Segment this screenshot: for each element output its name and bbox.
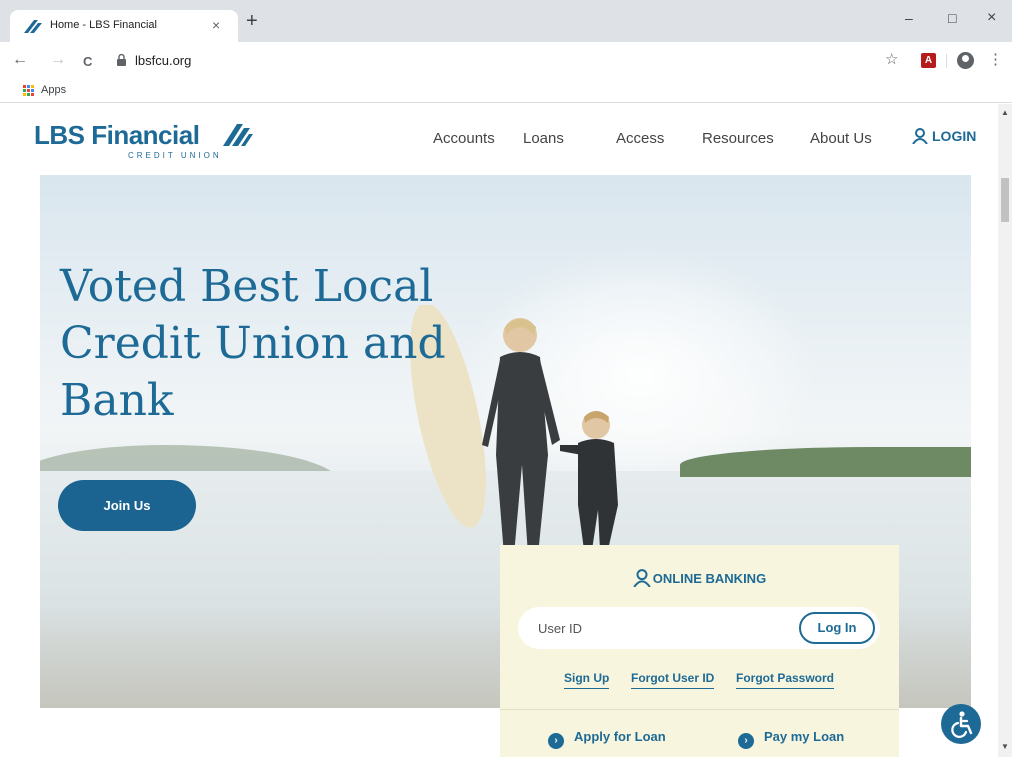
lbs-favicon-icon [24,20,42,33]
join-us-button[interactable]: Join Us [58,480,196,531]
page-scrollbar[interactable]: ▲ ▼ [998,104,1012,757]
browser-menu-icon[interactable]: ⋮ [988,51,1003,69]
logo-text: LBS Financial [34,120,200,150]
scroll-down-arrow-icon[interactable]: ▼ [1001,742,1009,751]
browser-toolbar: ← → C lbsfcu.org ☆ A ⋮ [0,42,1012,79]
forgot-user-id-link[interactable]: Forgot User ID [631,671,715,689]
address-bar[interactable]: lbsfcu.org [135,53,191,68]
forward-button[interactable]: → [50,51,66,69]
back-button[interactable]: ← [12,51,28,69]
lock-icon [117,54,126,66]
user-icon [912,128,928,145]
pdf-extension-icon[interactable]: A [921,53,936,68]
bookmark-star-icon[interactable]: ☆ [885,51,898,69]
online-banking-title: ONLINE BANKING [500,569,899,588]
online-banking-panel: ONLINE BANKING Log In Sign Up Forgot Use… [500,545,899,757]
apply-for-loan-label: Apply for Loan [574,729,666,744]
login-link[interactable]: LOGIN [912,128,977,145]
user-icon [633,569,651,588]
nav-loans[interactable]: Loans [523,130,564,147]
tab-title: Home - LBS Financial [50,19,157,31]
nav-access[interactable]: Access [616,130,664,147]
site-logo[interactable]: LBS Financial CREDIT UNION [34,120,253,160]
forgot-password-link[interactable]: Forgot Password [736,671,835,689]
tab-close-icon[interactable]: × [212,16,220,34]
new-tab-button[interactable]: + [246,11,258,31]
scroll-thumb[interactable] [1001,178,1009,222]
user-id-input[interactable] [518,607,788,649]
wheelchair-icon [951,711,973,738]
bookmarks-bar: Apps [0,79,1012,103]
apply-for-loan-link[interactable]: › Apply for Loan [548,729,666,749]
reload-button[interactable]: C [83,53,92,71]
chevron-right-icon: › [738,733,754,749]
pay-my-loan-label: Pay my Loan [764,729,845,744]
chevron-right-icon: › [548,733,564,749]
apps-bookmark[interactable]: Apps [41,84,66,96]
login-form: Log In [518,607,880,649]
hero-headline: Voted Best Local Credit Union and Bank [60,261,446,426]
online-banking-label: ONLINE BANKING [652,571,767,586]
pay-my-loan-link[interactable]: › Pay my Loan [738,729,844,749]
nav-resources[interactable]: Resources [702,130,774,147]
nav-accounts[interactable]: Accounts [433,130,495,147]
browser-tab-bar: Home - LBS Financial × + – □ × [0,0,1012,42]
log-in-button[interactable]: Log In [799,612,875,644]
logo-mark-icon [223,124,253,146]
scroll-up-arrow-icon[interactable]: ▲ [1001,108,1009,117]
login-label: LOGIN [932,128,977,144]
logo-subtext: CREDIT UNION [128,151,222,160]
maximize-button[interactable]: □ [948,9,956,27]
panel-divider [500,709,899,710]
browser-tab[interactable]: Home - LBS Financial × [10,10,238,42]
close-window-button[interactable]: × [987,9,996,27]
sign-up-link[interactable]: Sign Up [564,671,610,689]
accessibility-button[interactable] [941,704,981,744]
apps-grid-icon[interactable] [23,85,35,97]
nav-about-us[interactable]: About Us [810,130,872,147]
minimize-button[interactable]: – [905,9,913,27]
toolbar-divider [946,54,947,68]
profile-avatar-icon[interactable] [957,52,974,69]
page-viewport: LBS Financial CREDIT UNION Accounts Loan… [0,104,998,757]
